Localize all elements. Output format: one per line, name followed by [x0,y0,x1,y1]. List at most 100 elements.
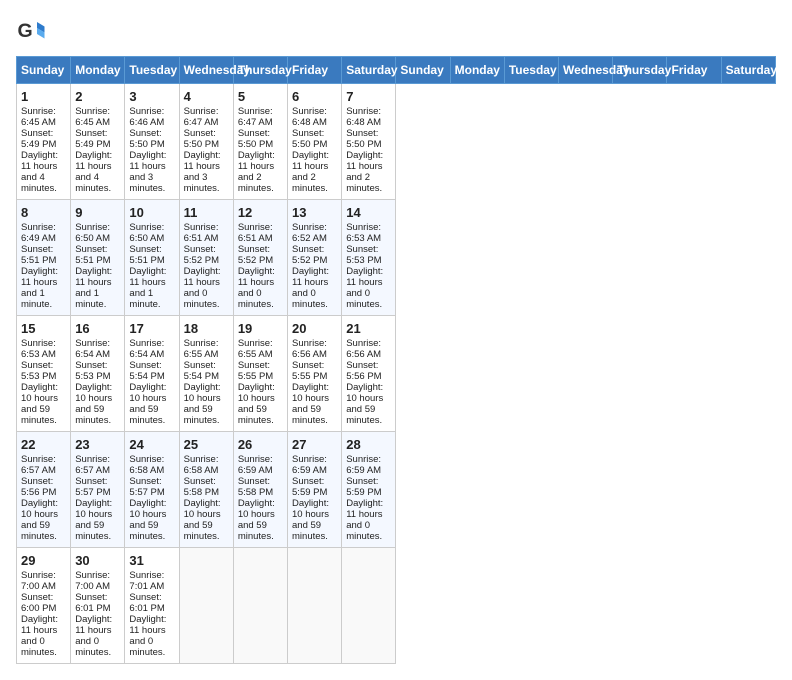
day-cell: 16Sunrise: 6:54 AMSunset: 5:53 PMDayligh… [71,316,125,432]
daylight-label: Daylight: 10 hours and 59 minutes. [346,382,383,426]
day-number: 9 [75,205,120,220]
sunset-label: Sunset: 5:58 PM [238,476,273,498]
day-number: 27 [292,437,337,452]
day-number: 25 [184,437,229,452]
day-cell: 30Sunrise: 7:00 AMSunset: 6:01 PMDayligh… [71,548,125,664]
daylight-label: Daylight: 10 hours and 59 minutes. [292,382,329,426]
sunset-label: Sunset: 6:00 PM [21,592,56,614]
week-row-1: 1 Sunrise: 6:45 AM Sunset: 5:49 PM Daylight… [17,84,776,200]
day-number: 14 [346,205,391,220]
day-number: 18 [184,321,229,336]
day-cell: 17Sunrise: 6:54 AMSunset: 5:54 PMDayligh… [125,316,179,432]
sunrise-label: Sunrise: 6:59 AM [346,454,381,476]
sunset-label: Sunset: 5:50 PM [238,128,273,150]
sunrise-label: Sunrise: 6:56 AM [292,338,327,360]
header-day-wednesday: Wednesday [179,57,233,84]
daylight-label: Daylight: 10 hours and 59 minutes. [238,382,275,426]
daylight-label: Daylight: 11 hours and 0 minutes. [346,498,383,542]
sunset-label: Sunset: 5:56 PM [21,476,56,498]
day-cell: 13Sunrise: 6:52 AMSunset: 5:52 PMDayligh… [288,200,342,316]
day-cell: 12Sunrise: 6:51 AMSunset: 5:52 PMDayligh… [233,200,287,316]
logo-icon: G [16,16,46,46]
sunrise-label: Sunrise: 6:54 AM [129,338,164,360]
sunrise-label: Sunrise: 6:50 AM [75,222,110,244]
header-day-monday: Monday [71,57,125,84]
sunrise-label: Sunrise: 6:48 AM [292,106,327,128]
day-cell [342,548,396,664]
header-monday: Monday [450,57,504,84]
day-number: 26 [238,437,283,452]
day-cell: 18Sunrise: 6:55 AMSunset: 5:54 PMDayligh… [179,316,233,432]
sunrise-label: Sunrise: 6:59 AM [292,454,327,476]
daylight-label: Daylight: 10 hours and 59 minutes. [21,498,58,542]
day-cell: 26Sunrise: 6:59 AMSunset: 5:58 PMDayligh… [233,432,287,548]
sunset-label: Sunset: 5:53 PM [346,244,381,266]
daylight-label: Daylight: 11 hours and 3 minutes. [184,150,221,194]
daylight-label: Daylight: 11 hours and 0 minutes. [129,614,166,658]
sunrise-label: Sunrise: 7:01 AM [129,570,164,592]
sunrise-label: Sunrise: 6:45 AM [21,106,56,128]
day-number: 7 [346,89,391,104]
day-number: 31 [129,553,174,568]
day-cell: 3Sunrise: 6:46 AMSunset: 5:50 PMDaylight… [125,84,179,200]
sunset-label: Sunset: 5:53 PM [75,360,110,382]
sunrise-label: Sunrise: 6:53 AM [21,338,56,360]
week-row-2: 8Sunrise: 6:49 AMSunset: 5:51 PMDaylight… [17,200,776,316]
day-number: 3 [129,89,174,104]
sunrise-label: Sunrise: 6:51 AM [238,222,273,244]
day-cell: 24Sunrise: 6:58 AMSunset: 5:57 PMDayligh… [125,432,179,548]
header-day-sunday: Sunday [17,57,71,84]
sunset-label: Sunset: 5:49 PM [75,128,110,150]
week-row-5: 29Sunrise: 7:00 AMSunset: 6:00 PMDayligh… [17,548,776,664]
page-header: G [16,16,776,46]
sunrise-label: Sunrise: 6:50 AM [129,222,164,244]
sunset-label: Sunset: 5:52 PM [238,244,273,266]
daylight-label: Daylight: 10 hours and 59 minutes. [75,498,112,542]
daylight-label: Daylight: 10 hours and 59 minutes. [129,498,166,542]
sunrise-label: Sunrise: 6:51 AM [184,222,219,244]
day-number: 15 [21,321,66,336]
day-number: 11 [184,205,229,220]
daylight-label: Daylight: 11 hours and 0 minutes. [21,614,58,658]
daylight-label: Daylight: 11 hours and 4 minutes. [21,150,58,194]
day-number: 16 [75,321,120,336]
sunset-label: Sunset: 5:56 PM [346,360,381,382]
day-cell: 4Sunrise: 6:47 AMSunset: 5:50 PMDaylight… [179,84,233,200]
sunset-label: Sunset: 5:54 PM [129,360,164,382]
sunrise-label: Sunrise: 7:00 AM [21,570,56,592]
daylight-label: Daylight: 11 hours and 1 minute. [129,266,166,310]
sunrise-label: Sunrise: 6:57 AM [21,454,56,476]
day-number: 6 [292,89,337,104]
sunset-label: Sunset: 5:50 PM [129,128,164,150]
sunset-label: Sunset: 5:57 PM [129,476,164,498]
sunset-label: Sunset: 5:50 PM [292,128,327,150]
sunrise-label: Sunrise: 6:55 AM [238,338,273,360]
day-number: 21 [346,321,391,336]
sunset-label: Sunset: 5:50 PM [346,128,381,150]
day-cell: 11Sunrise: 6:51 AMSunset: 5:52 PMDayligh… [179,200,233,316]
day-cell: 27Sunrise: 6:59 AMSunset: 5:59 PMDayligh… [288,432,342,548]
daylight-label: Daylight: 10 hours and 59 minutes. [21,382,58,426]
day-number: 23 [75,437,120,452]
sunset-label: Sunset: 5:59 PM [346,476,381,498]
day-number: 13 [292,205,337,220]
sunset-label: Sunset: 5:57 PM [75,476,110,498]
day-cell: 25Sunrise: 6:58 AMSunset: 5:58 PMDayligh… [179,432,233,548]
calendar-table: SundayMondayTuesdayWednesdayThursdayFrid… [16,56,776,664]
sunset-label: Sunset: 6:01 PM [75,592,110,614]
sunrise-label: Sunrise: 6:47 AM [238,106,273,128]
day-number: 22 [21,437,66,452]
day-cell: 5Sunrise: 6:47 AMSunset: 5:50 PMDaylight… [233,84,287,200]
day-number: 28 [346,437,391,452]
header-sunday: Sunday [396,57,450,84]
sunset-label: Sunset: 5:59 PM [292,476,327,498]
sunset-label: Sunset: 5:54 PM [184,360,219,382]
daylight-label: Daylight: 11 hours and 0 minutes. [75,614,112,658]
day-number: 1 [21,89,66,104]
header-day-thursday: Thursday [233,57,287,84]
sunrise-label: Sunrise: 6:47 AM [184,106,219,128]
daylight-label: Daylight: 10 hours and 59 minutes. [184,382,221,426]
day-cell [288,548,342,664]
logo: G [16,16,50,46]
day-number: 4 [184,89,229,104]
